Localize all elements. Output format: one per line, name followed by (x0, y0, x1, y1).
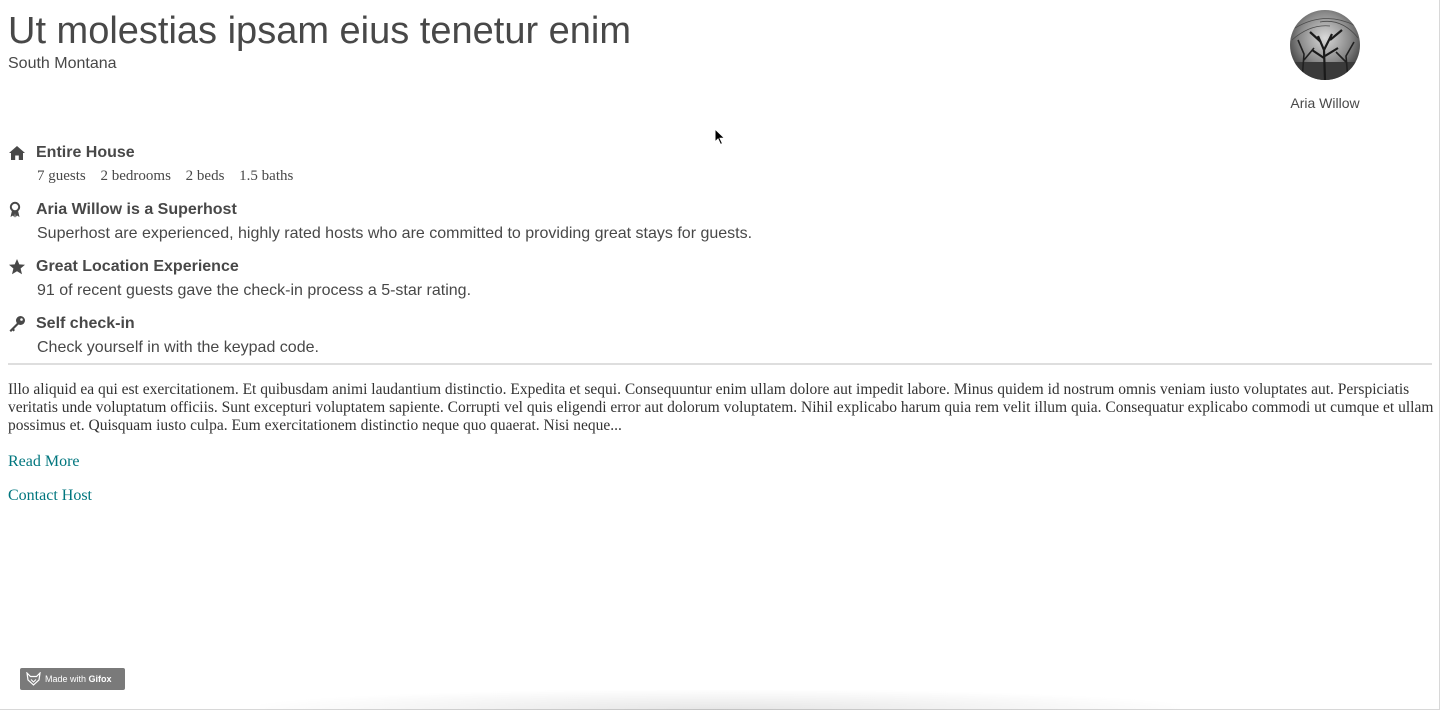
guests-count: 7 guests (37, 168, 86, 184)
bedrooms-count: 2 bedrooms (100, 168, 171, 184)
feature-title: Entire House (36, 144, 135, 161)
host-name[interactable]: Aria Willow (1280, 95, 1370, 111)
fox-logo-icon (26, 672, 41, 686)
feature-title: Great Location Experience (36, 258, 239, 275)
award-icon (9, 201, 21, 218)
host-avatar[interactable] (1290, 10, 1360, 80)
feature-title: Aria Willow is a Superhost (36, 201, 237, 218)
feature-title: Self check-in (36, 315, 135, 332)
home-icon (9, 146, 25, 160)
watermark-prefix: Made with (45, 674, 87, 684)
host-card[interactable]: Aria Willow (1280, 10, 1370, 111)
bottom-shadow (260, 690, 1180, 710)
listing-description: Illo aliquid ea qui est exercitationem. … (8, 381, 1434, 434)
read-more-link[interactable]: Read More (8, 453, 80, 471)
watermark-brand: Gifox (88, 674, 112, 684)
baths-count: 1.5 baths (239, 168, 294, 184)
feature-description: Check yourself in with the keypad code. (37, 339, 319, 356)
key-icon (9, 316, 25, 332)
listing-title: Ut molestias ipsam eius tenetur enim (8, 10, 632, 52)
gifox-watermark: Made with Gifox (20, 668, 125, 690)
house-specs: 7 guests 2 bedrooms 2 beds 1.5 baths (37, 167, 304, 185)
star-icon (9, 259, 25, 275)
feature-description: 91 of recent guests gave the check-in pr… (37, 282, 472, 299)
feature-description: Superhost are experienced, highly rated … (37, 225, 753, 242)
section-divider (8, 363, 1432, 365)
listing-location: South Montana (8, 55, 117, 72)
contact-host-link[interactable]: Contact Host (8, 487, 92, 505)
beds-count: 2 beds (185, 168, 225, 184)
mouse-cursor-icon (714, 128, 726, 146)
